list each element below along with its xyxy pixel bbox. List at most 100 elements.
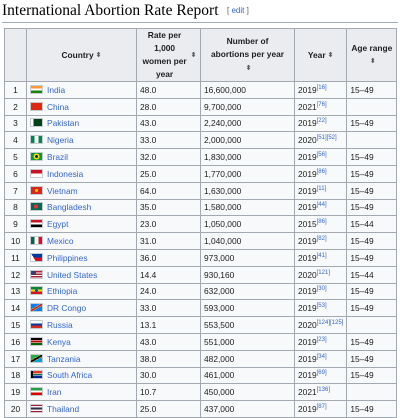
rank-cell: 16 bbox=[4, 332, 27, 351]
table-row: 12 United States 14.4 930,160 2020[121] 15–44 bbox=[4, 265, 398, 284]
reference-link[interactable]: [136] bbox=[317, 387, 330, 393]
country-link[interactable]: Tanzania bbox=[47, 354, 81, 364]
country-cell: Egypt bbox=[26, 215, 137, 234]
rank-cell: 19 bbox=[4, 383, 27, 402]
sort-icon[interactable]: ⬍ bbox=[246, 65, 252, 72]
country-link[interactable]: United States bbox=[47, 270, 97, 280]
reference-link[interactable]: [44] bbox=[317, 202, 327, 208]
reference-link[interactable]: [121] bbox=[317, 270, 330, 276]
philippines-flag-icon bbox=[30, 252, 43, 262]
reference-link[interactable]: [87] bbox=[317, 404, 327, 410]
country-cell: Ethiopia bbox=[26, 282, 137, 301]
year-column-header[interactable]: Year ⬍ bbox=[293, 28, 348, 82]
reference-link[interactable]: [30] bbox=[317, 286, 327, 292]
edit-label[interactable]: edit bbox=[231, 6, 244, 15]
india-flag-icon bbox=[30, 84, 43, 94]
country-link[interactable]: Pakistan bbox=[47, 118, 79, 128]
sort-icon[interactable]: ⬍ bbox=[96, 52, 102, 59]
year-value: 2019 bbox=[298, 202, 317, 213]
rate-column-header[interactable]: Rate per 1,000 women per year ⬍ bbox=[136, 28, 201, 82]
rank-cell: 13 bbox=[4, 282, 27, 301]
reference-link[interactable]: [51][52] bbox=[317, 135, 337, 141]
age-range-cell: 15–49 bbox=[346, 148, 398, 166]
country-link[interactable]: Vietnam bbox=[47, 186, 78, 196]
table-row: 5 Brazil 32.0 1,830,000 2019[56] 15–49 bbox=[4, 148, 398, 166]
edit-section-link[interactable]: [ edit ] bbox=[227, 6, 249, 15]
rate-cell: 28.0 bbox=[136, 97, 201, 116]
rank-cell: 6 bbox=[4, 164, 27, 183]
country-link[interactable]: Philippines bbox=[47, 253, 88, 263]
country-link[interactable]: Ethiopia bbox=[47, 286, 77, 296]
sort-icon[interactable]: ⬍ bbox=[191, 52, 197, 59]
reference-link[interactable]: [76] bbox=[317, 102, 327, 108]
country-link[interactable]: Indonesia bbox=[47, 169, 83, 179]
table-row: 14 DR Congo 33.0 593,000 2019[53] 15–49 bbox=[4, 299, 398, 318]
rank-cell: 14 bbox=[4, 299, 27, 318]
age-header-label: Age range bbox=[351, 43, 393, 53]
country-column-header[interactable]: Country ⬍ bbox=[26, 28, 137, 82]
reference-link[interactable]: [23] bbox=[317, 337, 327, 343]
country-link[interactable]: Egypt bbox=[47, 219, 68, 229]
rank-cell: 17 bbox=[4, 349, 27, 368]
reference-link[interactable]: [41] bbox=[317, 253, 327, 259]
rate-cell: 36.0 bbox=[136, 248, 201, 267]
year-value: 2019 bbox=[298, 336, 317, 347]
year-value: 2019 bbox=[298, 84, 317, 95]
year-cell: 2019[56] bbox=[293, 148, 348, 166]
sort-icon[interactable]: ⬍ bbox=[328, 52, 334, 59]
reference-link[interactable]: [34] bbox=[317, 354, 327, 360]
abortions-cell: 593,000 bbox=[200, 299, 295, 318]
country-link[interactable]: Russia bbox=[47, 320, 73, 330]
table-row: 17 Tanzania 38.0 482,000 2019[34] 15–49 bbox=[4, 349, 398, 368]
table-row: 19 Iran 10.7 450,000 2021[136] bbox=[4, 383, 398, 402]
age-range-cell: 15–49 bbox=[346, 164, 398, 183]
abortions-cell: 553,500 bbox=[200, 316, 295, 334]
country-link[interactable]: DR Congo bbox=[47, 303, 86, 313]
reference-link[interactable]: [124][125] bbox=[317, 320, 344, 326]
country-cell: DR Congo bbox=[26, 299, 137, 318]
country-cell: United States bbox=[26, 265, 137, 284]
table-row: 4 Nigeria 33.0 2,000,000 2020[51][52] bbox=[4, 131, 398, 150]
reference-link[interactable]: [56] bbox=[317, 152, 327, 158]
country-link[interactable]: South Africa bbox=[47, 370, 92, 380]
country-link[interactable]: Thailand bbox=[47, 404, 79, 414]
country-link[interactable]: Nigeria bbox=[47, 135, 74, 145]
age-range-cell: 15–44 bbox=[346, 265, 398, 284]
reference-link[interactable]: [16] bbox=[317, 85, 327, 91]
country-link[interactable]: Kenya bbox=[47, 337, 71, 347]
age-range-cell: 15–49 bbox=[346, 349, 398, 368]
year-value: 2019 bbox=[298, 185, 317, 196]
ethiopia-flag-icon bbox=[30, 286, 43, 296]
rate-cell: 25.0 bbox=[136, 400, 201, 418]
year-cell: 2020[51][52] bbox=[293, 131, 348, 150]
reference-link[interactable]: [69] bbox=[317, 370, 327, 376]
country-link[interactable]: India bbox=[47, 85, 65, 95]
reference-link[interactable]: [22] bbox=[317, 118, 327, 124]
age-range-column-header[interactable]: Age range ⬍ bbox=[346, 28, 398, 82]
country-link[interactable]: Iran bbox=[47, 387, 61, 397]
reference-link[interactable]: [11] bbox=[317, 186, 327, 192]
country-link[interactable]: China bbox=[47, 102, 69, 112]
reference-link[interactable]: [82] bbox=[317, 236, 327, 242]
rate-cell: 33.0 bbox=[136, 299, 201, 318]
brazil-flag-icon bbox=[30, 152, 43, 162]
number-column-header[interactable]: Number of abortions per year ⬍ bbox=[200, 28, 295, 82]
year-cell: 2019[34] bbox=[293, 349, 348, 368]
country-link[interactable]: Mexico bbox=[47, 236, 74, 246]
rank-cell: 18 bbox=[4, 366, 27, 385]
country-cell: Indonesia bbox=[26, 164, 137, 183]
abortions-cell: 1,770,000 bbox=[200, 164, 295, 183]
age-range-cell bbox=[346, 97, 398, 116]
tanzania-flag-icon bbox=[30, 353, 43, 363]
reference-link[interactable]: [86] bbox=[317, 219, 327, 225]
country-link[interactable]: Bangladesh bbox=[47, 202, 91, 212]
rank-cell: 10 bbox=[4, 232, 27, 250]
year-value: 2019 bbox=[298, 168, 317, 179]
china-flag-icon bbox=[30, 101, 43, 111]
south-africa-flag-icon bbox=[30, 370, 43, 380]
age-range-cell: 15–49 bbox=[346, 181, 398, 200]
sort-icon[interactable]: ⬍ bbox=[370, 58, 376, 65]
country-link[interactable]: Brazil bbox=[47, 152, 68, 162]
reference-link[interactable]: [53] bbox=[317, 303, 327, 309]
reference-link[interactable]: [86] bbox=[317, 169, 327, 175]
